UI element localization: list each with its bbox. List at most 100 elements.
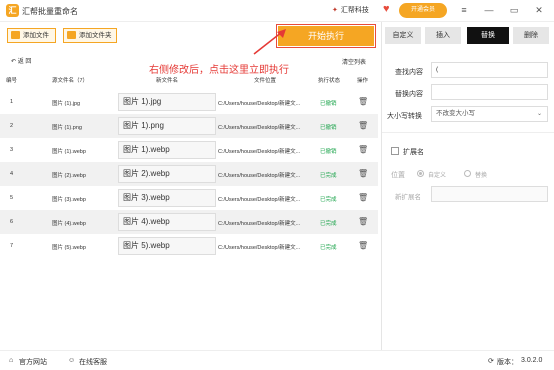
header-status: 执行状态 [318,78,341,84]
delete-icon[interactable]: 🗑 [358,217,368,226]
row-id: 4 [10,171,14,177]
table-row[interactable]: 4 图片 (2).webp 图片 2).webp C:/Users/house/… [0,162,378,186]
support-icon: ☺ [68,357,76,364]
header-new: 新文件名 [156,78,179,84]
tab-delete[interactable]: 删除 [513,27,549,44]
new-extension-input[interactable] [431,186,548,202]
row-status: 已撤销 [320,101,337,107]
minimize-icon[interactable]: — [480,3,498,18]
position-custom-radio[interactable] [417,170,424,177]
replace-input[interactable] [431,84,548,100]
table-row[interactable]: 5 图片 (3).webp 图片 3).webp C:/Users/house/… [0,186,378,210]
row-new-name[interactable]: 图片 1).webp [118,141,216,159]
row-new-name[interactable]: 图片 1).jpg [118,93,216,111]
support-link[interactable]: 在线客服 [79,357,107,367]
title-bar: 汇 汇帮批量重命名 ✦ 汇帮科技 ♥ 开通会员 ≡ — ▭ ✕ [0,0,554,22]
hint-arrow-icon [253,29,286,55]
row-status: 已撤销 [320,149,337,155]
row-new-name[interactable]: 图片 2).webp [118,165,216,183]
panel-separator [382,132,554,133]
row-status: 已完成 [320,173,337,179]
case-select-value: 不改变大小写 [436,110,475,117]
header-action: 操作 [357,78,369,84]
brand-name: 汇帮科技 [340,7,369,14]
row-status: 已撤销 [320,125,337,131]
heart-icon: ♥ [383,3,390,15]
row-original-name: 图片 (1).jpg [52,101,81,107]
delete-icon[interactable]: 🗑 [358,97,368,106]
row-id: 6 [10,219,14,225]
position-custom-label: 自定义 [428,173,447,179]
extension-label: 扩展名 [403,149,424,156]
website-link[interactable]: 官方网站 [19,357,47,367]
table-row[interactable]: 7 图片 (5).webp 图片 5).webp C:/Users/house/… [0,234,378,258]
position-label: 位置 [391,172,405,179]
row-id: 1 [10,99,14,105]
row-new-name[interactable]: 图片 4).webp [118,213,216,231]
refresh-icon: ⟳ [488,358,494,365]
table-header: 编号 源文件名（7） 新文件名 文件位置 执行状态 操作 [0,73,378,85]
row-new-name[interactable]: 图片 5).webp [118,237,216,255]
chevron-down-icon: ⌄ [536,111,542,117]
table-row[interactable]: 3 图片 (1).webp 图片 1).webp C:/Users/house/… [0,138,378,162]
case-select[interactable]: 不改变大小写 ⌄ [431,106,548,122]
maximize-icon[interactable]: ▭ [505,3,523,18]
find-input[interactable]: ( [431,62,548,78]
header-original: 源文件名（7） [52,78,89,84]
delete-icon[interactable]: 🗑 [358,121,368,130]
clear-list-button[interactable]: 清空列表 [342,57,366,66]
table-row[interactable]: 1 图片 (1).jpg 图片 1).jpg C:/Users/house/De… [0,90,378,114]
row-original-name: 图片 (5).webp [52,245,86,251]
row-path: C:/Users/house/Desktop/新建文... [218,197,301,203]
row-original-name: 图片 (3).webp [52,197,86,203]
row-original-name: 图片 (1).webp [52,149,86,155]
row-path: C:/Users/house/Desktop/新建文... [218,173,301,179]
position-replace-radio[interactable] [464,170,471,177]
row-new-name[interactable]: 图片 3).webp [118,189,216,207]
version-label: 版本： [497,359,518,366]
row-new-name[interactable]: 图片 1).png [118,117,216,135]
position-replace-label: 替换 [475,173,488,179]
row-original-name: 图片 (4).webp [52,221,86,227]
add-file-icon [11,31,20,39]
header-id: 编号 [6,78,18,84]
home-icon: ⌂ [9,357,14,364]
table-row[interactable]: 6 图片 (4).webp 图片 4).webp C:/Users/house/… [0,210,378,234]
row-path: C:/Users/house/Desktop/新建文... [218,101,301,107]
version-value: 3.0.2.0 [521,357,543,364]
add-folder-icon [67,31,76,39]
delete-icon[interactable]: 🗑 [358,241,368,250]
vip-button[interactable]: 开通会员 [399,3,447,18]
add-folder-button[interactable]: 添加文件夹 [63,28,117,43]
row-original-name: 图片 (2).webp [52,173,86,179]
add-file-button[interactable]: 添加文件 [7,28,56,43]
delete-icon[interactable]: 🗑 [358,193,368,202]
back-button[interactable]: ↶ 返 回 [11,56,31,65]
panel-divider [381,22,382,350]
row-path: C:/Users/house/Desktop/新建文... [218,245,301,251]
start-button-label: 开始执行 [278,26,374,46]
menu-icon[interactable]: ≡ [455,3,473,18]
status-bar: ⌂ 官方网站 ☺ 在线客服 ⟳ 版本： 3.0.2.0 [0,350,554,370]
delete-icon[interactable]: 🗑 [358,169,368,178]
brand: ✦ 汇帮科技 [332,5,369,15]
row-id: 2 [10,123,14,129]
header-path: 文件位置 [254,78,277,84]
delete-icon[interactable]: 🗑 [358,145,368,154]
start-button[interactable]: 开始执行 [276,24,376,48]
table-row[interactable]: 2 图片 (1).png 图片 1).png C:/Users/house/De… [0,114,378,138]
app-title: 汇帮批量重命名 [22,7,78,16]
row-original-name: 图片 (1).png [52,125,82,131]
tab-custom[interactable]: 自定义 [385,27,421,44]
close-icon[interactable]: ✕ [530,3,548,18]
extension-checkbox[interactable] [391,147,399,155]
app-logo-icon: 汇 [6,4,19,17]
find-label: 查找内容 [395,69,423,76]
case-label: 大小写转换 [387,113,422,120]
tab-replace[interactable]: 替换 [467,27,509,44]
add-folder-label: 添加文件夹 [79,32,112,39]
row-id: 3 [10,147,14,153]
tab-insert[interactable]: 插入 [425,27,461,44]
new-extension-label: 新扩展名 [395,194,421,201]
row-path: C:/Users/house/Desktop/新建文... [218,125,301,131]
